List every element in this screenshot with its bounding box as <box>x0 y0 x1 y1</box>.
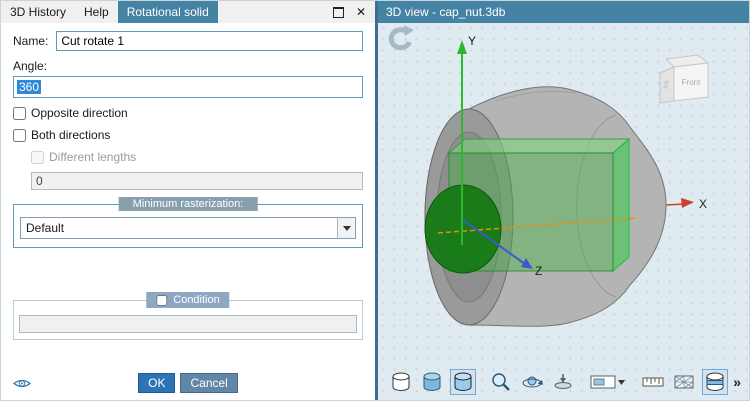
tab-rotational-solid[interactable]: Rotational solid <box>118 1 218 23</box>
name-input[interactable] <box>56 31 363 51</box>
condition-input <box>19 315 357 333</box>
section-display-icon[interactable] <box>702 369 728 395</box>
minimum-rasterization-header: Minimum rasterization: <box>119 197 258 211</box>
ok-button[interactable]: OK <box>138 373 175 393</box>
name-label: Name: <box>13 34 48 48</box>
shaded-display-icon[interactable] <box>419 369 445 395</box>
rotational-solid-form: Name: Angle: 360 Opposite direction Both… <box>1 23 375 400</box>
both-directions-row: Both directions <box>13 128 363 142</box>
orbit-rotate-icon[interactable] <box>519 369 545 395</box>
both-directions-checkbox[interactable] <box>13 129 26 142</box>
window-controls: ✕ <box>324 1 375 23</box>
3d-scene[interactable]: X <box>378 23 749 380</box>
rasterization-value: Default <box>21 218 337 238</box>
length-input <box>31 172 363 190</box>
angle-input[interactable]: 360 <box>13 76 363 98</box>
viewport-toolbar: » <box>388 369 741 395</box>
svg-text:Y: Y <box>468 34 476 48</box>
tab-help[interactable]: Help <box>75 1 118 23</box>
view-cube-front-label: Front <box>682 78 701 87</box>
angle-label: Angle: <box>13 59 363 73</box>
opposite-direction-label: Opposite direction <box>31 106 128 120</box>
rotate-view-icon[interactable] <box>391 25 414 48</box>
cancel-button[interactable]: Cancel <box>180 373 237 393</box>
3d-view-window: 3D view - cap_nut.3db X <box>378 1 749 400</box>
wireframe-display-icon[interactable] <box>388 369 414 395</box>
condition-checkbox[interactable] <box>156 295 167 306</box>
minimum-rasterization-group: Minimum rasterization: Default <box>13 204 363 248</box>
3d-view-titlebar[interactable]: 3D view - cap_nut.3db <box>378 1 749 23</box>
panel-tabbar: 3D History Help Rotational solid ✕ <box>1 1 375 23</box>
measure-ruler-icon[interactable] <box>640 369 666 395</box>
both-directions-label: Both directions <box>31 128 110 142</box>
close-icon[interactable]: ✕ <box>356 6 366 18</box>
toolbar-overflow-button[interactable]: » <box>733 374 741 390</box>
svg-text:X: X <box>699 197 707 211</box>
application-window: 3D History Help Rotational solid ✕ Name:… <box>0 0 750 401</box>
different-lengths-checkbox <box>31 151 44 164</box>
chevron-down-icon <box>343 226 351 235</box>
shaded-edges-display-icon[interactable] <box>450 369 476 395</box>
pan-view-icon[interactable] <box>550 369 576 395</box>
different-lengths-label: Different lengths <box>49 150 136 164</box>
rotational-solid-panel: 3D History Help Rotational solid ✕ Name:… <box>1 1 378 400</box>
3d-viewport[interactable]: X <box>378 23 749 400</box>
cut-preview-solid <box>425 139 629 273</box>
angle-selected-text: 360 <box>17 80 41 94</box>
view-cube[interactable]: Front left <box>660 55 708 103</box>
condition-group: Condition <box>13 300 363 340</box>
different-lengths-row: Different lengths <box>31 150 363 164</box>
rasterization-combobox[interactable]: Default <box>20 217 356 239</box>
mesh-display-icon[interactable] <box>671 369 697 395</box>
condition-header: Condition <box>146 292 229 308</box>
tab-3d-history[interactable]: 3D History <box>1 1 75 23</box>
opposite-direction-row: Opposite direction <box>13 106 363 120</box>
preview-eye-icon[interactable] <box>13 377 31 393</box>
maximize-icon[interactable] <box>333 7 344 18</box>
condition-label: Condition <box>173 294 219 306</box>
rasterization-dropdown-button[interactable] <box>337 218 355 238</box>
view-preset-dropdown-icon[interactable] <box>588 369 628 395</box>
opposite-direction-checkbox[interactable] <box>13 107 26 120</box>
zoom-icon[interactable] <box>488 369 514 395</box>
dialog-footer: OK Cancel <box>1 373 375 393</box>
svg-text:Z: Z <box>535 264 542 278</box>
